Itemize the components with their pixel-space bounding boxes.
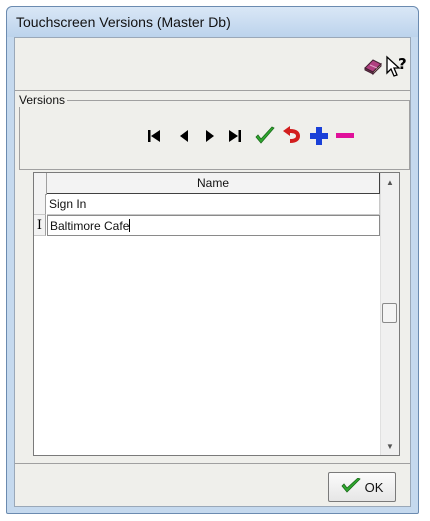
cancel-undo-icon[interactable]: [280, 124, 304, 148]
row-indicator-header: [34, 173, 47, 195]
table-row[interactable]: I Baltimore Cafe: [34, 215, 380, 236]
first-record-icon[interactable]: [142, 124, 166, 148]
insert-plus-icon[interactable]: [307, 124, 331, 148]
prior-record-icon[interactable]: [172, 124, 196, 148]
scroll-up-arrow-icon[interactable]: ▲: [381, 173, 399, 191]
last-record-icon[interactable]: [223, 124, 247, 148]
help-pointer-icon[interactable]: ?: [385, 55, 411, 77]
dialog-client-area: ? Versions Name Sign In I Baltimore Cafe…: [14, 37, 411, 507]
top-toolbar: ?: [15, 38, 410, 91]
row-indicator: [34, 194, 46, 215]
row-edit-indicator: I: [34, 215, 46, 236]
window-title: Touchscreen Versions (Master Db): [16, 14, 231, 30]
post-check-icon[interactable]: [253, 124, 277, 148]
scroll-thumb[interactable]: [382, 303, 397, 323]
name-cell-editing[interactable]: Baltimore Cafe: [47, 215, 380, 236]
versions-group-label: Versions: [17, 93, 68, 107]
ok-label: OK: [364, 479, 384, 495]
delete-minus-icon[interactable]: [333, 124, 357, 148]
name-cell[interactable]: Sign In: [47, 194, 380, 215]
next-record-icon[interactable]: [198, 124, 222, 148]
svg-text:?: ?: [398, 55, 407, 73]
ok-button[interactable]: OK: [328, 472, 396, 502]
title-bar[interactable]: Touchscreen Versions (Master Db): [7, 7, 418, 37]
vertical-scrollbar[interactable]: ▲ ▼: [380, 173, 399, 455]
check-icon: [341, 477, 361, 497]
scroll-down-arrow-icon[interactable]: ▼: [381, 437, 399, 455]
table-row[interactable]: Sign In: [34, 194, 380, 215]
versions-grid[interactable]: Name Sign In I Baltimore Cafe ▲ ▼: [33, 172, 400, 456]
column-header-name[interactable]: Name: [47, 173, 380, 194]
text-caret: [129, 219, 131, 232]
book-icon[interactable]: [362, 55, 384, 77]
dialog-window: Touchscreen Versions (Master Db) ? Versi…: [6, 6, 419, 514]
name-cell-text: Baltimore Cafe: [50, 219, 130, 233]
